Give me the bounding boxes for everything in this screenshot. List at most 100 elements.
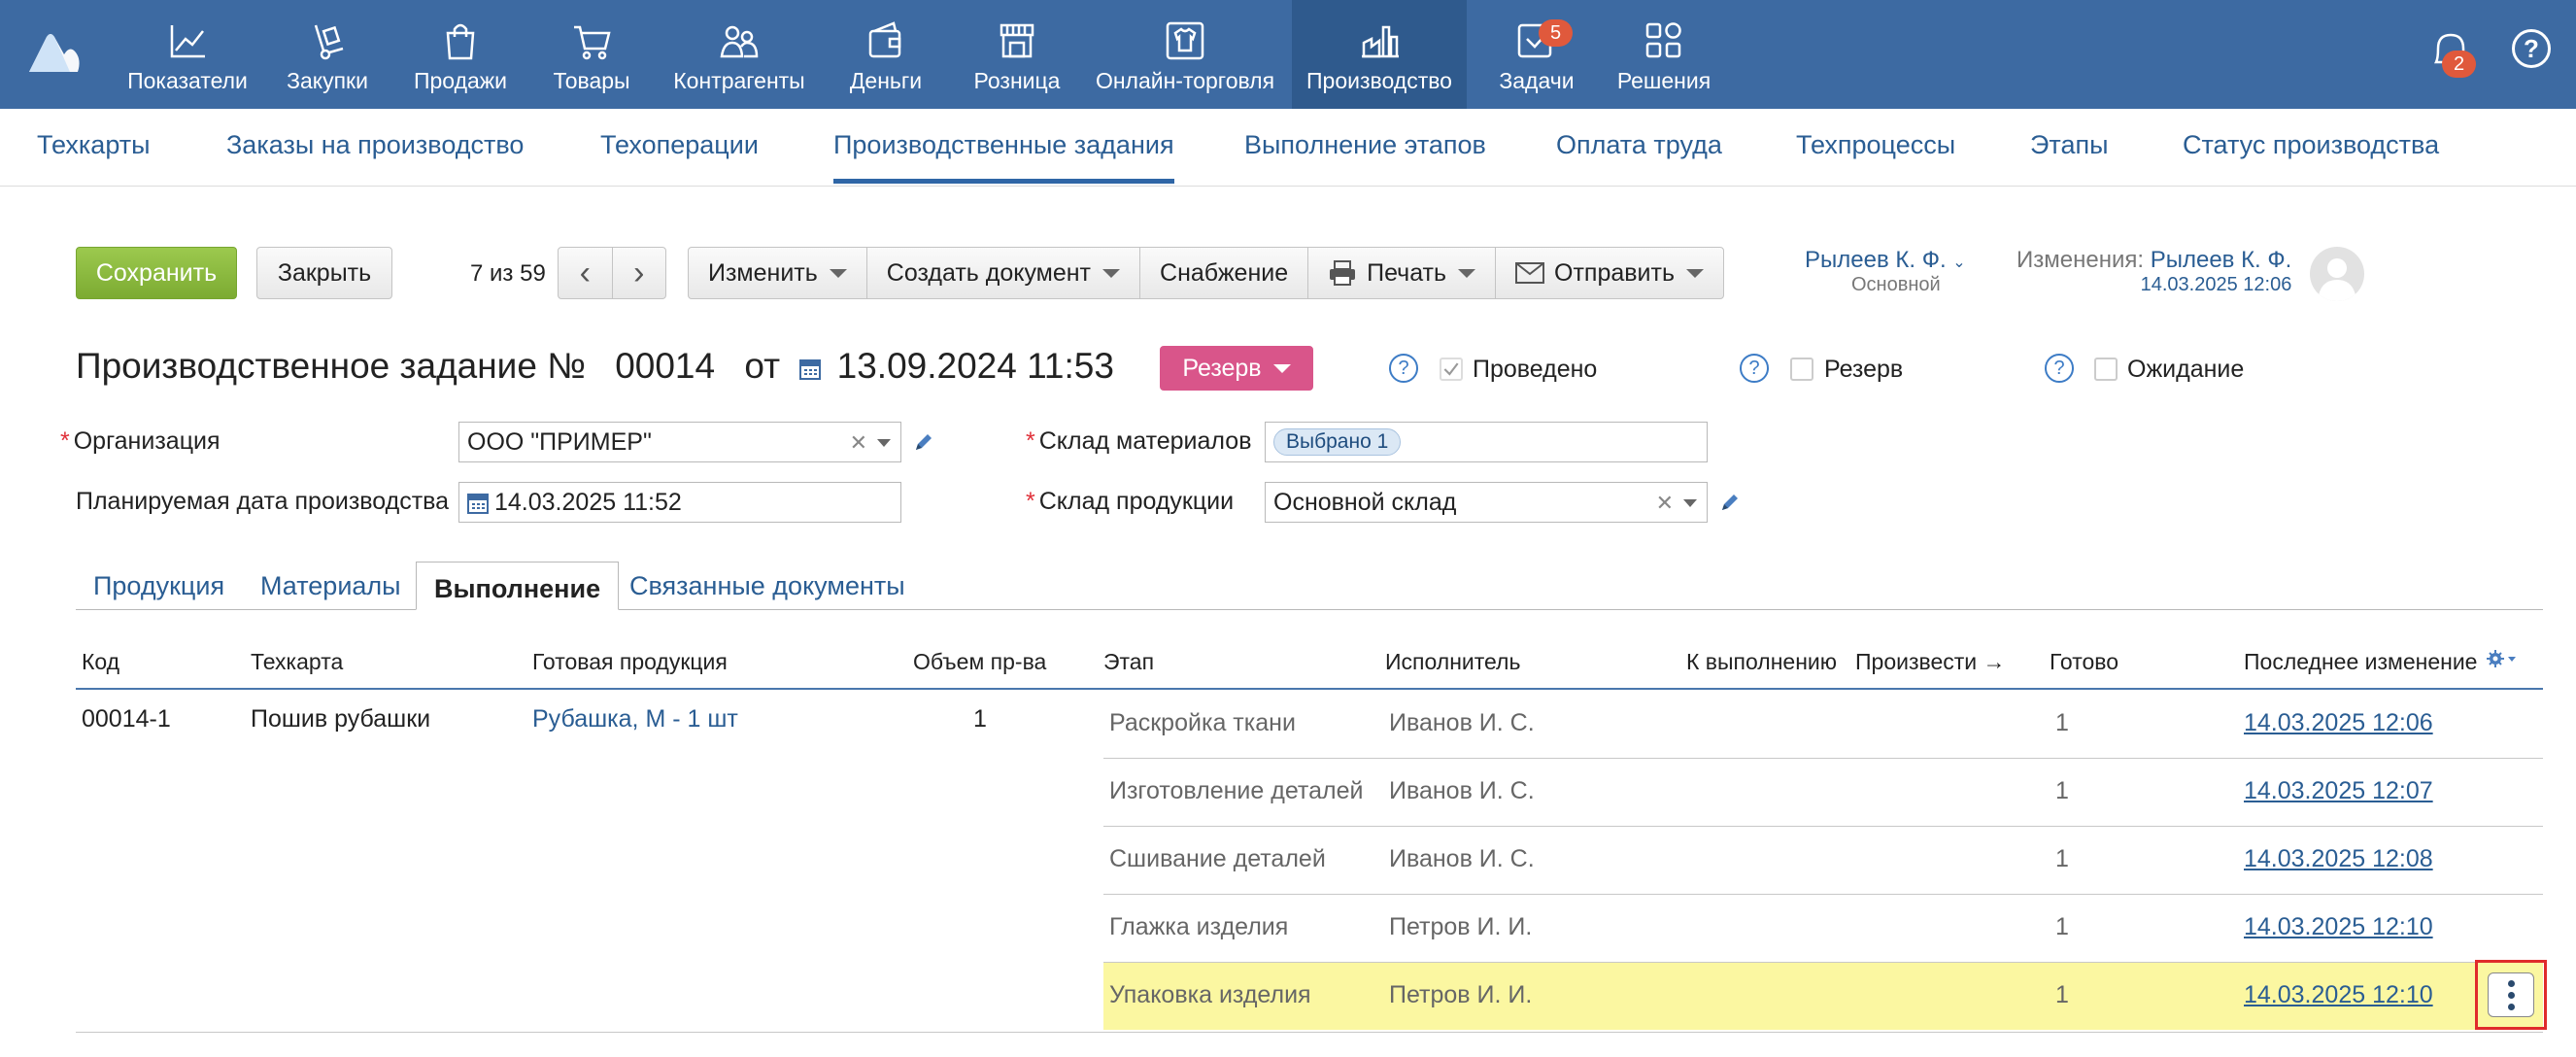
owner-selector[interactable]: Рылеев К. Ф. ⌄ Основной bbox=[1805, 247, 1966, 296]
col-volume[interactable]: Объем пр-ва bbox=[913, 649, 1046, 675]
shopping-bag-icon bbox=[439, 19, 482, 62]
calendar-icon[interactable] bbox=[799, 357, 822, 380]
subnav-stage-execution[interactable]: Выполнение этапов bbox=[1244, 130, 1486, 160]
subnav-stages[interactable]: Этапы bbox=[2030, 130, 2109, 160]
tab-products[interactable]: Продукция bbox=[76, 560, 242, 610]
print-dropdown[interactable]: Печать bbox=[1308, 248, 1497, 298]
col-done[interactable]: Готово bbox=[2050, 649, 2118, 675]
changes-user[interactable]: Рылеев К. Ф. bbox=[2151, 247, 2292, 273]
chevron-down-icon bbox=[1272, 363, 1291, 373]
subnav-tech-processes[interactable]: Техпроцессы bbox=[1796, 130, 1955, 160]
clear-icon[interactable]: ✕ bbox=[850, 430, 867, 456]
dolly-icon bbox=[306, 19, 349, 62]
status-dropdown[interactable]: Резерв bbox=[1160, 346, 1313, 391]
app-logo-icon[interactable] bbox=[25, 29, 84, 76]
col-to-do[interactable]: К выполнению bbox=[1686, 649, 1837, 675]
nav-sales[interactable]: Продажи bbox=[404, 0, 517, 109]
materials-warehouse-field[interactable]: Выбрано 1 bbox=[1265, 422, 1708, 462]
edit-pencil-icon[interactable] bbox=[1719, 492, 1741, 513]
waiting-help-icon[interactable]: ? bbox=[2045, 354, 2074, 383]
reserve-checkbox[interactable] bbox=[1790, 358, 1813, 381]
factory-icon bbox=[1358, 19, 1401, 62]
col-executor[interactable]: Исполнитель bbox=[1385, 649, 1520, 675]
products-warehouse-label: * Склад продукции bbox=[1026, 488, 1235, 515]
selected-tag[interactable]: Выбрано 1 bbox=[1273, 428, 1402, 456]
tab-related-documents[interactable]: Связанные документы bbox=[612, 560, 923, 610]
production-subnav: Техкарты Заказы на производство Техопера… bbox=[0, 109, 2576, 187]
tab-execution[interactable]: Выполнение bbox=[416, 562, 620, 610]
col-code[interactable]: Код bbox=[82, 649, 119, 675]
subnav-labor-payment[interactable]: Оплата труда bbox=[1556, 130, 1722, 160]
column-settings-gear-icon[interactable] bbox=[2487, 649, 2522, 670]
subnav-tech-operations[interactable]: Техоперации bbox=[600, 130, 759, 160]
nav-production[interactable]: Производство bbox=[1292, 0, 1467, 109]
page-title: Производственное задание № 00014 от 13.0… bbox=[76, 346, 1114, 386]
materials-warehouse-label: * Склад материалов bbox=[1026, 427, 1252, 455]
stage-date-link[interactable]: 14.03.2025 12:06 bbox=[2244, 709, 2433, 737]
col-last-change[interactable]: Последнее изменение bbox=[2244, 649, 2477, 675]
reserve-help-icon[interactable]: ? bbox=[1740, 354, 1769, 383]
nav-online-trade[interactable]: Онлайн-торговля bbox=[1094, 0, 1276, 109]
nav-retail[interactable]: Розница bbox=[964, 0, 1070, 109]
clear-icon[interactable]: ✕ bbox=[1656, 491, 1674, 516]
nav-solutions[interactable]: Решения bbox=[1612, 0, 1715, 109]
col-stage[interactable]: Этап bbox=[1103, 649, 1154, 675]
supply-button[interactable]: Снабжение bbox=[1140, 248, 1309, 298]
close-button[interactable]: Закрыть bbox=[256, 247, 392, 299]
nav-counterparties[interactable]: Контрагенты bbox=[668, 0, 810, 109]
shirt-icon bbox=[1164, 19, 1206, 62]
waiting-label: Ожидание bbox=[2127, 356, 2245, 383]
chevron-down-icon[interactable] bbox=[1683, 499, 1697, 507]
record-navigation: ‹ › bbox=[558, 247, 666, 299]
planned-date-field[interactable]: 14.03.2025 11:52 bbox=[458, 482, 901, 523]
envelope-icon bbox=[1515, 262, 1545, 284]
prev-record-button[interactable]: ‹ bbox=[559, 248, 613, 298]
col-produce[interactable]: Произвести → bbox=[1855, 649, 2006, 675]
waiting-checkbox[interactable] bbox=[2094, 358, 2118, 381]
stage-date-link[interactable]: 14.03.2025 12:10 bbox=[2244, 981, 2433, 1009]
subnav-production-tasks[interactable]: Производственные задания bbox=[833, 130, 1174, 184]
doc-number[interactable]: 00014 bbox=[615, 346, 715, 386]
products-warehouse-field[interactable]: Основной склад ✕ bbox=[1265, 482, 1708, 523]
stage-date-link[interactable]: 14.03.2025 12:07 bbox=[2244, 777, 2433, 805]
row-divider bbox=[1103, 826, 2543, 827]
nav-purchases[interactable]: Закупки bbox=[274, 0, 381, 109]
posted-help-icon[interactable]: ? bbox=[1389, 354, 1418, 383]
edit-pencil-icon[interactable] bbox=[913, 431, 934, 453]
chevron-down-icon bbox=[1686, 268, 1704, 278]
actions-toolbar: Изменить Создать документ Снабжение Печа… bbox=[688, 247, 1724, 299]
nav-products[interactable]: Товары bbox=[538, 0, 645, 109]
row-divider bbox=[1103, 758, 2543, 759]
nav-indicators[interactable]: Показатели bbox=[119, 0, 256, 109]
subnav-techcards[interactable]: Техкарты bbox=[37, 130, 151, 160]
change-dropdown[interactable]: Изменить bbox=[689, 248, 867, 298]
doc-date[interactable]: 13.09.2024 11:53 bbox=[837, 346, 1114, 386]
subnav-production-orders[interactable]: Заказы на производство bbox=[226, 130, 524, 160]
organization-field[interactable]: ООО "ПРИМЕР" ✕ bbox=[458, 422, 901, 462]
calendar-icon[interactable] bbox=[467, 491, 489, 514]
col-product[interactable]: Готовая продукция bbox=[532, 649, 728, 675]
create-document-dropdown[interactable]: Создать документ bbox=[867, 248, 1141, 298]
col-techcard[interactable]: Техкарта bbox=[251, 649, 343, 675]
chevron-down-icon: ⌄ bbox=[1952, 255, 1966, 271]
send-dropdown[interactable]: Отправить bbox=[1496, 248, 1723, 298]
changes-date: 14.03.2025 12:06 bbox=[2140, 274, 2292, 295]
row-actions-kebab-icon[interactable] bbox=[2488, 972, 2534, 1017]
cell-techcard: Пошив рубашки bbox=[251, 705, 431, 733]
next-record-button[interactable]: › bbox=[613, 248, 666, 298]
row-divider bbox=[1103, 894, 2543, 895]
save-button[interactable]: Сохранить bbox=[76, 247, 237, 299]
notifications-bell[interactable]: 2 bbox=[2426, 27, 2477, 82]
cell-product-link[interactable]: Рубашка, M - 1 шт bbox=[532, 705, 738, 733]
help-button[interactable]: ? bbox=[2512, 29, 2551, 68]
chevron-down-icon[interactable] bbox=[877, 439, 891, 447]
nav-money[interactable]: Деньги bbox=[837, 0, 934, 109]
stage-name: Сшивание деталей bbox=[1109, 845, 1326, 872]
stage-date-link[interactable]: 14.03.2025 12:10 bbox=[2244, 913, 2433, 941]
stage-date-link[interactable]: 14.03.2025 12:08 bbox=[2244, 845, 2433, 873]
nav-tasks[interactable]: 5 Задачи bbox=[1492, 0, 1581, 109]
avatar[interactable] bbox=[2310, 247, 2364, 301]
tab-materials[interactable]: Материалы bbox=[243, 560, 419, 610]
posted-checkbox[interactable] bbox=[1440, 358, 1463, 381]
subnav-production-status[interactable]: Статус производства bbox=[2183, 130, 2439, 160]
